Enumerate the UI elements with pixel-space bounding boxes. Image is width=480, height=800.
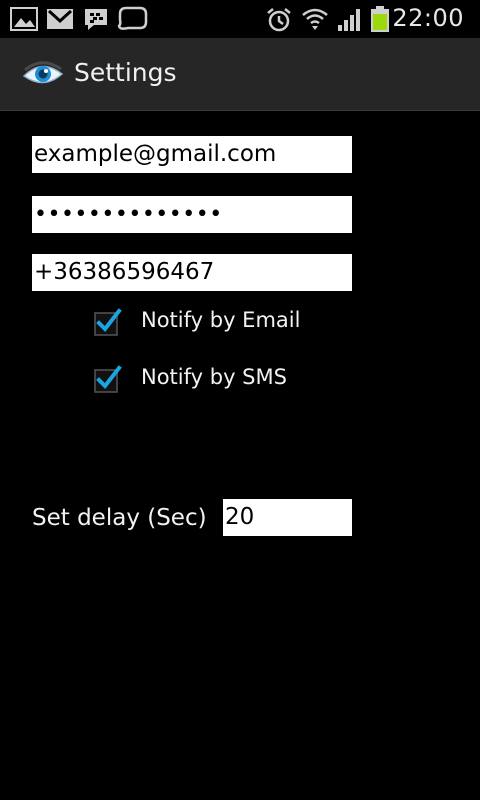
battery-icon	[371, 6, 389, 32]
phone-field[interactable]	[32, 254, 352, 291]
gmail-icon	[47, 9, 73, 29]
password-field[interactable]: ••••••••••••••	[32, 196, 352, 233]
delay-label: Set delay (Sec)	[32, 505, 207, 531]
page-title: Settings	[74, 58, 177, 87]
alarm-icon	[267, 8, 291, 32]
notify-sms-checkbox[interactable]	[94, 365, 122, 393]
eye-icon	[22, 61, 64, 84]
signal-icon	[338, 9, 360, 31]
delay-field[interactable]	[223, 499, 352, 536]
action-bar: Settings	[0, 38, 480, 111]
gallery-icon	[10, 7, 38, 31]
email-field[interactable]	[32, 136, 352, 173]
notify-sms-label: Notify by SMS	[141, 365, 287, 389]
status-clock: 22:00	[392, 4, 464, 32]
notify-email-label: Notify by Email	[141, 308, 301, 332]
chat-bubble-icon	[117, 6, 148, 30]
bbm-icon	[85, 9, 107, 30]
wifi-icon	[302, 8, 328, 30]
status-bar: 22:00	[0, 0, 480, 38]
notify-email-checkbox[interactable]	[94, 308, 122, 336]
